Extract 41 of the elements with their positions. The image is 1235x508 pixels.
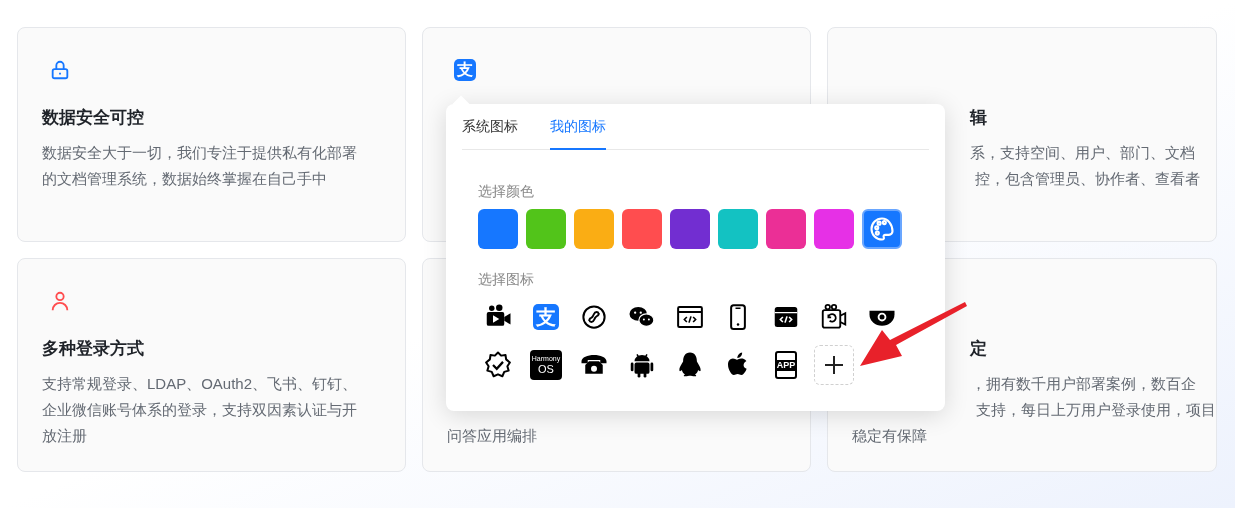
tab[interactable]: 系统图标 <box>462 104 518 150</box>
color-swatch[interactable] <box>478 209 518 249</box>
color-swatch[interactable] <box>766 209 806 249</box>
card-title: 辑 <box>970 107 987 129</box>
link-circle-icon <box>579 302 609 332</box>
icon-option[interactable]: APP <box>766 345 806 385</box>
card-description: 企业微信账号体系的登录，支持双因素认证与开 <box>42 400 357 420</box>
plus-icon <box>823 354 845 376</box>
card-description: 支持，每日上万用户登录使用，项目 <box>976 400 1216 420</box>
color-swatch[interactable] <box>622 209 662 249</box>
add-icon-button[interactable] <box>814 345 854 385</box>
tab[interactable]: 我的图标 <box>550 104 606 150</box>
color-swatch[interactable] <box>526 209 566 249</box>
camera-rotate-icon <box>819 302 849 332</box>
card-description: 的文档管理系统，数据始终掌握在自己手中 <box>42 169 327 189</box>
card-title: 数据安全可控 <box>42 107 144 129</box>
color-swatch[interactable] <box>718 209 758 249</box>
icon-option[interactable]: 支 <box>526 297 566 337</box>
card-description: ，拥有数千用户部署案例，数百企 <box>971 374 1196 394</box>
color-swatch[interactable] <box>670 209 710 249</box>
card-title: 多种登录方式 <box>42 338 144 360</box>
check-badge-icon <box>483 350 513 380</box>
card-description: 问答应用编排 <box>447 426 537 446</box>
card-title: 定 <box>970 338 987 360</box>
card-description: 控，包含管理员、协作者、查看者 <box>975 169 1200 189</box>
lock-icon <box>49 59 71 81</box>
palette-button[interactable] <box>862 209 902 249</box>
card-description: 稳定有保障 <box>852 426 927 446</box>
palette-icon <box>868 215 896 243</box>
app-phone-icon: APP <box>775 351 797 379</box>
card-description: 数据安全大于一切，我们专注于提供私有化部署 <box>42 143 357 163</box>
app-icon: 支 <box>454 59 476 81</box>
section-label: 选择图标 <box>478 270 535 289</box>
app-icon: 支 <box>533 304 559 330</box>
card-description: 系，支持空间、用户、部门、文档 <box>970 143 1195 163</box>
color-swatch[interactable] <box>574 209 614 249</box>
color-swatch[interactable] <box>814 209 854 249</box>
user-icon <box>49 290 71 312</box>
card-description: 放注册 <box>42 426 87 446</box>
section-label: 选择颜色 <box>478 182 535 201</box>
card-description: 支持常规登录、LDAP、OAuth2、飞书、钉钉、 <box>42 374 358 394</box>
